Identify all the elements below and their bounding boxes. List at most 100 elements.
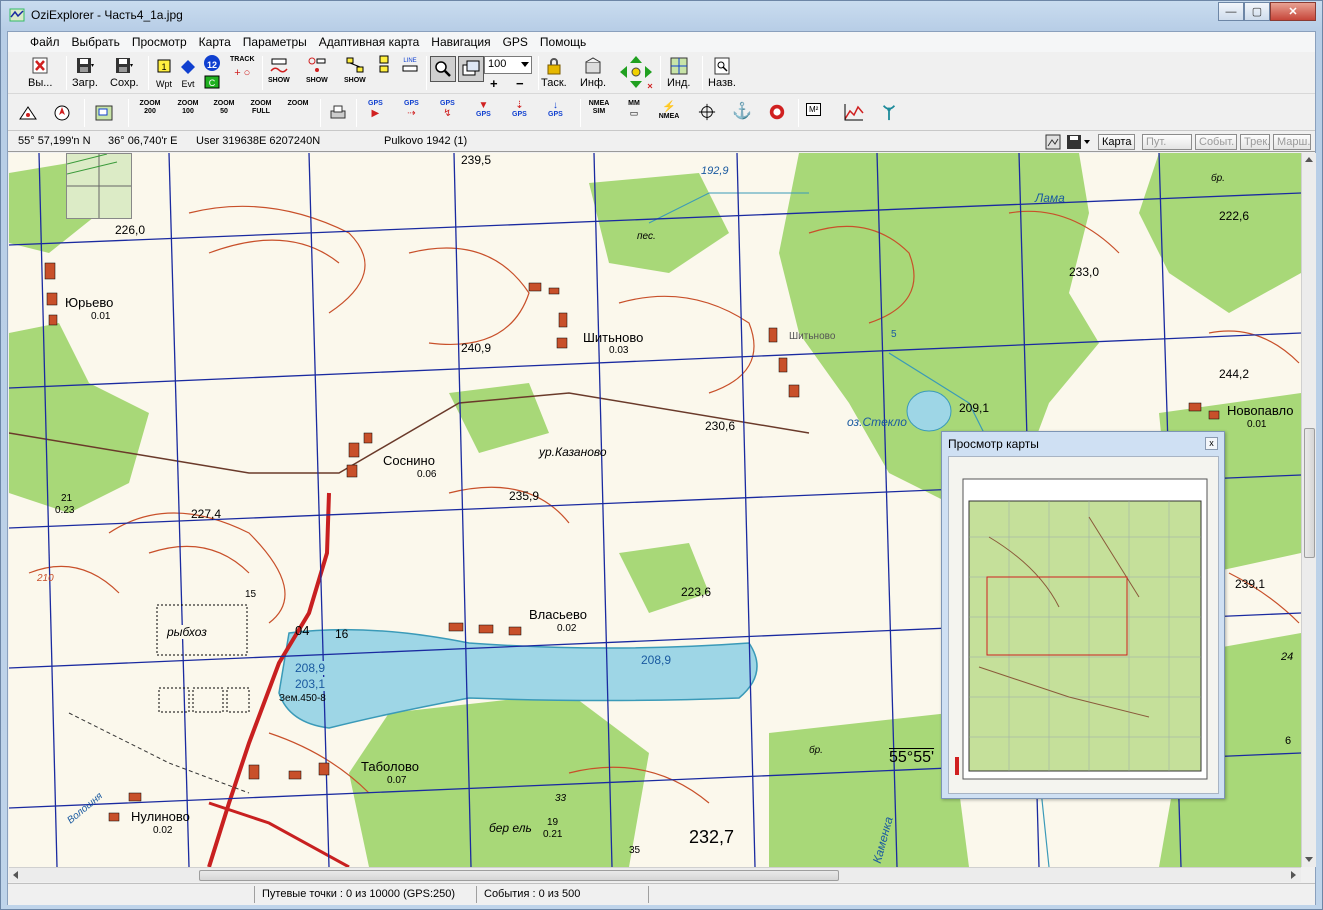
menu-select[interactable]: Выбрать xyxy=(66,35,126,49)
pan-control[interactable] xyxy=(618,54,654,90)
vertical-scroll-thumb[interactable] xyxy=(1304,428,1315,558)
zoom-window-button[interactable]: ZOOM xyxy=(286,100,310,108)
nmea-sim-button[interactable]: NMEA SIM xyxy=(588,100,610,116)
maximize-button[interactable]: ▢ xyxy=(1244,2,1270,21)
zoom-out-button[interactable]: − xyxy=(516,76,524,91)
vertical-scrollbar[interactable] xyxy=(1301,153,1316,867)
tab-routes[interactable]: Марш. xyxy=(1273,134,1311,150)
scroll-left-icon[interactable] xyxy=(13,871,18,879)
label-n6: 6 xyxy=(1285,735,1292,747)
minimize-button[interactable]: — xyxy=(1218,2,1244,21)
track-show-icon xyxy=(270,58,288,73)
horizontal-scrollbar[interactable] xyxy=(9,867,1301,882)
zoom-level-select[interactable]: 100 xyxy=(484,56,532,74)
area-button[interactable]: M² xyxy=(806,103,822,116)
zoom-navigator[interactable] xyxy=(66,153,132,219)
overview-map-canvas xyxy=(955,463,1208,780)
map-overview-window[interactable]: Просмотр карты x xyxy=(941,431,1225,799)
route-show-button[interactable]: SHOW xyxy=(344,56,366,84)
label-n04: 04 xyxy=(295,623,310,638)
lifebuoy-icon[interactable] xyxy=(768,103,786,121)
scroll-up-icon[interactable] xyxy=(1305,157,1313,162)
gps-upload-routes-button[interactable]: GPS ⇢ xyxy=(404,100,419,119)
zoom-tool-button[interactable] xyxy=(430,56,456,82)
tab-events[interactable]: Событ. xyxy=(1195,134,1237,150)
label-tabolovo-val: 0.07 xyxy=(387,775,407,786)
tab-tracks[interactable]: Трек. xyxy=(1240,134,1270,150)
pan-arrows-icon xyxy=(620,56,653,89)
menu-file[interactable]: Файл xyxy=(24,35,66,49)
save-button[interactable]: Сохр. xyxy=(110,56,139,89)
chevron-down-icon xyxy=(521,62,529,67)
secondary-toolbar: ZOOM 200 ZOOM 100 ZOOM 50 ZOOM FULL ZOOM… xyxy=(8,95,1315,131)
crosshair-icon[interactable] xyxy=(698,103,716,121)
menu-view[interactable]: Просмотр xyxy=(126,35,193,49)
close-button[interactable]: ✕ xyxy=(1270,2,1316,21)
exit-button[interactable]: Вы... xyxy=(28,56,52,89)
line-display-button[interactable]: LINE xyxy=(400,54,420,74)
menu-navigation[interactable]: Навигация xyxy=(425,35,496,49)
anchor-icon[interactable]: ⚓ xyxy=(732,101,752,121)
nmea-button[interactable]: ⚡ NMEA xyxy=(658,100,680,121)
index-button[interactable]: Инд. xyxy=(667,56,690,89)
gps-label-3: GPS xyxy=(440,100,455,107)
track-button[interactable]: TRACK + ○ xyxy=(230,56,255,79)
tab-waypoints[interactable]: Пут. точ. xyxy=(1142,134,1192,162)
route-button[interactable]: 12 C xyxy=(202,54,222,89)
gps-upload-tracks-button[interactable]: GPS ↯ xyxy=(440,100,455,119)
event-button[interactable]: Evt xyxy=(178,58,198,89)
gps-download-waypoints-button[interactable]: ▼ GPS xyxy=(476,100,491,119)
title-bar[interactable]: OziExplorer - Часть4_1а.jpg — ▢ ✕ xyxy=(1,1,1322,31)
waypoint-button[interactable]: 1 Wpt xyxy=(154,58,174,89)
name-display-button[interactable] xyxy=(378,54,398,74)
height-2442: 244,2 xyxy=(1219,367,1250,381)
menu-gps[interactable]: GPS xyxy=(497,35,534,49)
print-icon[interactable] xyxy=(328,103,348,123)
zoom-full-label: ZOOM FULL xyxy=(250,100,272,115)
moving-map-icon[interactable] xyxy=(52,103,72,123)
evt-label: Evt xyxy=(181,79,195,89)
height-2091: 209,1 xyxy=(959,401,990,415)
zoom-200-button[interactable]: ZOOM 200 xyxy=(138,100,162,116)
zoom-100-button[interactable]: ZOOM 100 xyxy=(176,100,200,116)
scroll-down-icon[interactable] xyxy=(1305,857,1313,862)
map-window-icon[interactable] xyxy=(94,103,114,123)
gps-download-routes-button[interactable]: ⇣ GPS xyxy=(512,100,527,119)
horizontal-scroll-thumb[interactable] xyxy=(199,870,839,881)
tab-map[interactable]: Карта xyxy=(1098,134,1136,150)
zoom-50-button[interactable]: ZOOM 50 xyxy=(212,100,236,116)
antenna-icon[interactable] xyxy=(880,103,898,121)
waypoint-show-button[interactable]: SHOW xyxy=(306,56,328,84)
label-n21: 21 xyxy=(61,493,73,504)
map-position-icon[interactable] xyxy=(18,103,38,123)
name-search-button[interactable]: Назв. xyxy=(708,56,736,89)
line-icon: LINE xyxy=(402,58,418,72)
zoom-50-label: ZOOM 50 xyxy=(213,100,235,115)
track-show-button[interactable]: SHOW xyxy=(268,56,290,84)
menu-adaptive-map[interactable]: Адаптивная карта xyxy=(313,35,426,49)
show-label-1: SHOW xyxy=(268,77,290,84)
save-map-icon[interactable] xyxy=(1066,134,1092,150)
datum-readout: Pulkovo 1942 (1) xyxy=(384,135,468,147)
app-window: OziExplorer - Часть4_1а.jpg — ▢ ✕ Файл В… xyxy=(0,0,1323,910)
load-button[interactable]: Загр. xyxy=(72,56,98,89)
overview-map[interactable] xyxy=(948,456,1219,794)
zoom-full-button[interactable]: ZOOM FULL xyxy=(248,100,274,116)
task-button[interactable]: Таск. xyxy=(541,56,567,89)
moving-map-mm-button[interactable]: MM ▭ xyxy=(624,100,644,119)
zoom-in-button[interactable]: + xyxy=(490,76,498,91)
info-button[interactable]: Инф. xyxy=(580,56,606,89)
height-2274: 227,4 xyxy=(191,507,222,521)
gps-download-tracks-button[interactable]: ↓ GPS xyxy=(548,100,563,119)
scroll-right-icon[interactable] xyxy=(1291,871,1296,879)
label-kazanovo: ур.Казаново xyxy=(539,445,607,459)
overview-close-button[interactable]: x xyxy=(1205,437,1218,450)
menu-help[interactable]: Помощь xyxy=(534,35,592,49)
profile-graph-icon[interactable] xyxy=(844,103,864,121)
menu-map[interactable]: Карта xyxy=(193,35,237,49)
window-select-button[interactable] xyxy=(458,56,484,82)
menu-settings[interactable]: Параметры xyxy=(237,35,313,49)
gps-upload-waypoints-button[interactable]: GPS ▶ xyxy=(368,100,383,119)
height-1929: 192,9 xyxy=(701,165,729,177)
map-image-icon[interactable] xyxy=(1045,134,1061,150)
